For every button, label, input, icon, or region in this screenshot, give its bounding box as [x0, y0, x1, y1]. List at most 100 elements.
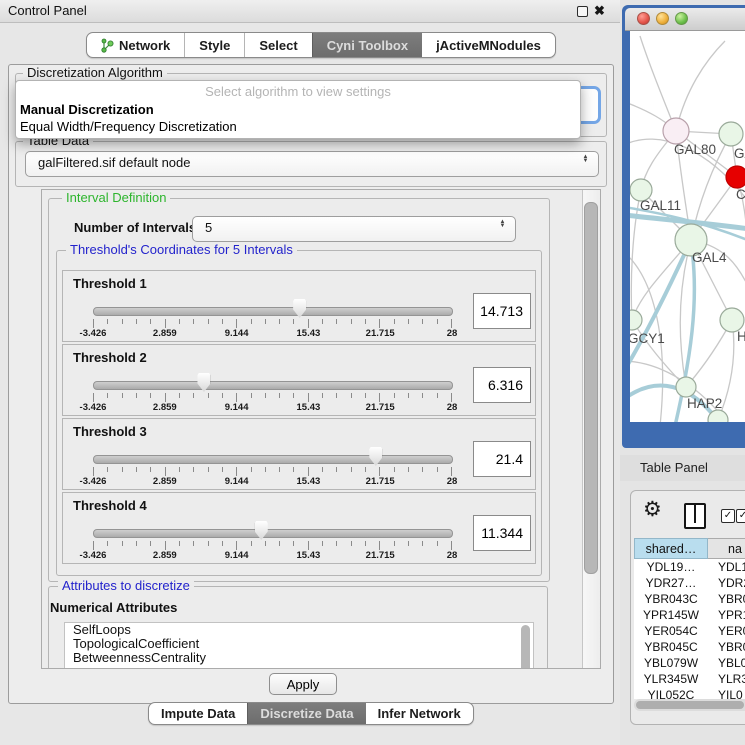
minimize-traffic-light-icon[interactable]	[656, 12, 669, 25]
slider-tick-labels: -3.4262.8599.14415.4321.71528	[93, 550, 452, 561]
label-gal80: GAL80	[674, 142, 716, 157]
list-item-topologicalcoefficient[interactable]: TopologicalCoefficient	[65, 637, 533, 651]
close-traffic-light-icon[interactable]	[637, 12, 650, 25]
thresholds-group-title: Threshold's Coordinates for 5 Intervals	[66, 243, 297, 257]
control-panel-titlebar: Control Panel ✖	[0, 0, 620, 23]
number-of-intervals-combo[interactable]: 5 ▲▼	[192, 216, 516, 242]
threshold-3-label: Threshold 3	[73, 424, 147, 439]
slider-ticks	[93, 467, 452, 476]
threshold-4-slider-track[interactable]	[93, 529, 453, 538]
tab-network[interactable]: Network	[87, 33, 184, 57]
network-window-titlebar	[625, 8, 745, 31]
attributes-group-title: Attributes to discretize	[58, 579, 194, 593]
table-data-combo[interactable]: galFiltered.sif default node ▲▼	[25, 151, 599, 177]
network-view-window: GAL80 GA C GAL11 GAL4 GCY1 H HAP2	[622, 5, 745, 448]
node-red-selected[interactable]	[726, 166, 745, 188]
gear-icon[interactable]: ⚙	[643, 497, 662, 522]
tab-infer-network-label: Infer Network	[378, 706, 461, 721]
table-row[interactable]: YDL19…YDL1	[634, 559, 745, 575]
threshold-1-slider-track[interactable]	[93, 307, 453, 316]
window-title: Control Panel	[8, 0, 87, 22]
table-row[interactable]: YBR043CYBR0	[634, 591, 745, 607]
numerical-attributes-list: SelfLoops TopologicalCoefficient Between…	[64, 622, 534, 669]
network-icon	[101, 38, 114, 53]
table-row[interactable]: YDR27…YDR2	[634, 575, 745, 591]
label-hap2: HAP2	[687, 396, 722, 411]
threshold-1-panel: Threshold 1 -3.4262.8599.14415.4321.7152…	[62, 270, 536, 342]
network-graph: GAL80 GA C GAL11 GAL4 GCY1 H HAP2	[630, 31, 745, 422]
label-gcy1: GCY1	[630, 331, 665, 346]
column-header-shared[interactable]: shared…	[634, 538, 708, 559]
dropdown-prompt-option[interactable]: Select algorithm to view settings	[16, 84, 580, 99]
threshold-3-value-field[interactable]	[473, 441, 531, 477]
table-row[interactable]: YER054CYER0	[634, 623, 745, 639]
threshold-1-label: Threshold 1	[73, 276, 147, 291]
threshold-3-slider-track[interactable]	[93, 455, 453, 464]
cell: YER0	[708, 623, 745, 639]
combo-stepper-icon: ▲▼	[581, 155, 590, 163]
zoom-traffic-light-icon[interactable]	[675, 12, 688, 25]
algorithm-dropdown-popup: Select algorithm to view settings Manual…	[15, 80, 581, 139]
cell: YPR1	[708, 607, 745, 623]
cell: YDL1	[708, 559, 745, 575]
number-of-intervals-value: 5	[205, 217, 212, 239]
cell: YIL0	[708, 687, 745, 699]
horizontal-scrollbar-track[interactable]	[634, 699, 745, 711]
table-row[interactable]: YLR345WYLR3	[634, 671, 745, 687]
threshold-4-value-field[interactable]	[473, 515, 531, 551]
screen: Control Panel ✖ Network Style Select	[0, 0, 745, 745]
checkbox-icon[interactable]: ✓	[736, 509, 745, 523]
tab-impute-data-label: Impute Data	[161, 706, 235, 721]
table-row[interactable]: YPR145WYPR1	[634, 607, 745, 623]
list-scrollbar-thumb[interactable]	[521, 625, 530, 669]
node-hap2[interactable]	[676, 377, 696, 397]
node-gal80[interactable]	[663, 118, 689, 144]
combo-stepper-icon: ▲▼	[498, 220, 507, 228]
table-panel-title: Table Panel	[640, 455, 708, 481]
float-window-icon[interactable]	[577, 6, 588, 17]
cell: YBR045C	[634, 639, 708, 655]
table-row[interactable]: YBR045CYBR0	[634, 639, 745, 655]
cell: YDR27…	[634, 575, 708, 591]
cell: YBL0	[708, 655, 745, 671]
dropdown-option-equal-width-frequency[interactable]: Equal Width/Frequency Discretization	[20, 119, 237, 134]
table-row[interactable]: YBL079WYBL0	[634, 655, 745, 671]
cell: YDL19…	[634, 559, 708, 575]
threshold-1-value-field[interactable]	[473, 293, 531, 329]
tab-style[interactable]: Style	[184, 33, 244, 57]
threshold-2-slider-track[interactable]	[93, 381, 453, 390]
split-columns-icon[interactable]	[684, 503, 706, 529]
table-row[interactable]: YIL052CYIL0	[634, 687, 745, 699]
table-panel-body: ⚙ ✓ ✓ shared… na YDL19…YDL1 YDR27…YDR2 Y…	[630, 490, 745, 725]
checkbox-icon[interactable]: ✓	[721, 509, 735, 523]
close-icon[interactable]: ✖	[594, 0, 605, 22]
cell: YPR145W	[634, 607, 708, 623]
dropdown-option-manual-discretization[interactable]: Manual Discretization	[20, 102, 154, 117]
control-panel-window: Control Panel ✖ Network Style Select	[0, 0, 621, 745]
node-gcy1[interactable]	[630, 310, 642, 330]
cyni-mode-tabbar: Impute Data Discretize Data Infer Networ…	[148, 702, 474, 725]
tab-impute-data[interactable]: Impute Data	[149, 703, 247, 724]
tab-select-label: Select	[259, 38, 297, 53]
cell: YDR2	[708, 575, 745, 591]
node-top-right[interactable]	[719, 122, 743, 146]
column-header-name[interactable]: na	[708, 538, 745, 559]
list-item-betweennesscentrality[interactable]: BetweennessCentrality	[65, 651, 533, 665]
cell: YBR0	[708, 591, 745, 607]
network-canvas[interactable]: GAL80 GA C GAL11 GAL4 GCY1 H HAP2	[630, 31, 745, 422]
tab-discretize-data[interactable]: Discretize Data	[247, 703, 365, 724]
label-ga-partial: GA	[734, 146, 745, 161]
slider-ticks	[93, 319, 452, 328]
threshold-2-value-field[interactable]	[473, 367, 531, 403]
tab-jactivemnodules[interactable]: jActiveMNodules	[422, 33, 555, 57]
discretization-algorithm-group-title: Discretization Algorithm	[23, 66, 167, 80]
tab-style-label: Style	[199, 38, 230, 53]
horizontal-scrollbar-thumb[interactable]	[636, 701, 744, 709]
list-item-selfloops[interactable]: SelfLoops	[65, 623, 533, 637]
tab-cyni-toolbox[interactable]: Cyni Toolbox	[312, 33, 422, 57]
tab-infer-network[interactable]: Infer Network	[366, 703, 473, 724]
apply-button[interactable]: Apply	[269, 673, 337, 695]
vertical-scrollbar-thumb[interactable]	[584, 202, 598, 574]
cell: YLR345W	[634, 671, 708, 687]
tab-select[interactable]: Select	[244, 33, 311, 57]
